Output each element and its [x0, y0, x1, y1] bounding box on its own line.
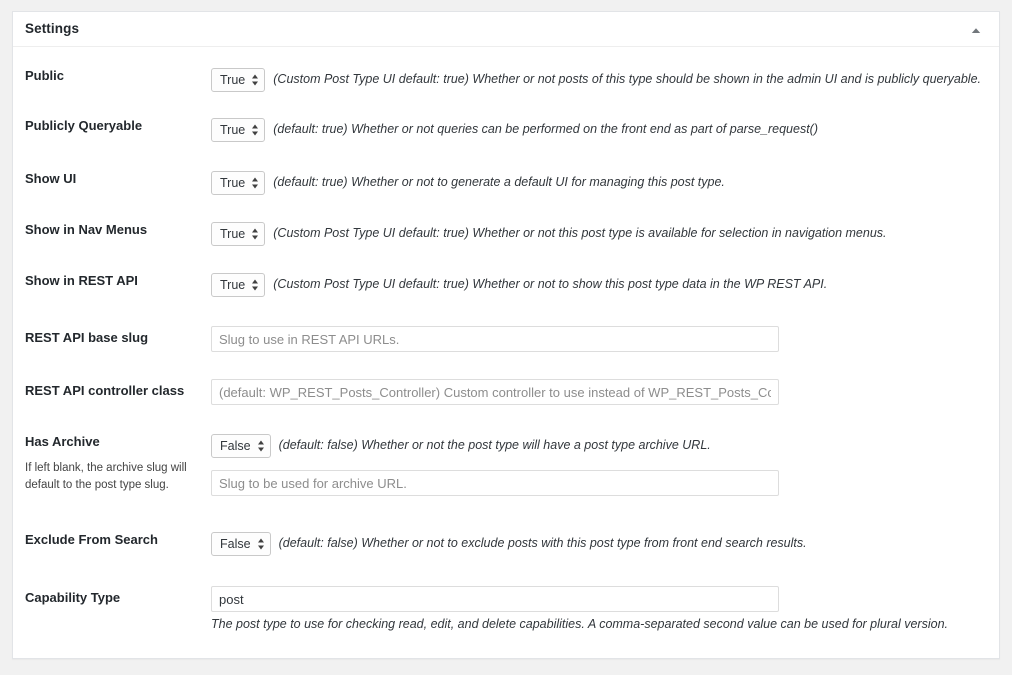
public-select[interactable]: True	[211, 68, 266, 92]
field-label-show-in-rest-api: Show in REST API	[25, 273, 138, 288]
panel-header: Settings	[13, 12, 999, 47]
field-row-exclude-from-search: Exclude From Search False (default: fals…	[13, 532, 999, 556]
exclude-from-search-select-value: False	[220, 537, 251, 551]
field-label-show-ui: Show UI	[25, 171, 77, 186]
has-archive-label-text: Has Archive	[25, 434, 100, 449]
capability-type-input[interactable]	[211, 586, 779, 612]
rest-api-controller-class-input[interactable]	[211, 379, 779, 405]
select-arrows-icon	[251, 279, 259, 292]
settings-panel: Settings Public True (Custom Post Type U…	[12, 11, 1000, 660]
show-in-nav-menus-select-value: True	[220, 227, 246, 241]
settings-page: Settings Public True (Custom Post Type U…	[0, 0, 1012, 675]
field-control-public: True (Custom Post Type UI default: true)…	[211, 68, 999, 92]
select-arrows-icon	[251, 228, 259, 241]
field-row-show-ui: Show UI True (default: true) Whether or …	[13, 171, 999, 195]
show-in-nav-menus-select[interactable]: True	[211, 222, 266, 246]
show-ui-select-value: True	[220, 176, 246, 190]
field-row-has-archive: Has Archive If left blank, the archive s…	[13, 434, 999, 496]
rest-api-base-slug-input[interactable]	[211, 326, 779, 352]
field-label-rest-api-controller-class: REST API controller class	[25, 383, 185, 398]
field-row-publicly-queryable: Publicly Queryable True (default: true) …	[13, 118, 999, 142]
field-label-public: Public	[25, 68, 65, 83]
page-title: Settings	[25, 21, 80, 36]
select-arrows-icon	[251, 177, 259, 190]
field-row-show-in-nav-menus: Show in Nav Menus True (Custom Post Type…	[13, 222, 999, 246]
field-label-exclude-from-search: Exclude From Search	[25, 532, 158, 547]
field-description-public: (Custom Post Type UI default: true) Whet…	[273, 72, 982, 87]
has-archive-select-value: False	[220, 439, 251, 453]
field-row-public: Public True (Custom Post Type UI default…	[13, 68, 999, 92]
field-label-show-in-nav-menus: Show in Nav Menus	[25, 222, 148, 237]
show-in-rest-api-select[interactable]: True	[211, 273, 266, 297]
field-control-publicly-queryable: True (default: true) Whether or not quer…	[211, 118, 999, 142]
publicly-queryable-select-value: True	[220, 123, 246, 137]
field-description-exclude-from-search: (default: false) Whether or not to exclu…	[278, 536, 807, 551]
panel-body: Public True (Custom Post Type UI default…	[13, 68, 999, 658]
field-label-publicly-queryable: Publicly Queryable	[25, 118, 143, 133]
field-row-rest-api-controller-class: REST API controller class	[13, 379, 999, 405]
field-control-show-ui: True (default: true) Whether or not to g…	[211, 171, 999, 195]
has-archive-select[interactable]: False	[211, 434, 271, 458]
show-in-rest-api-select-value: True	[220, 278, 246, 292]
field-description-show-in-rest-api: (Custom Post Type UI default: true) Whet…	[273, 277, 828, 292]
exclude-from-search-select[interactable]: False	[211, 532, 271, 556]
field-control-rest-api-controller-class	[211, 379, 999, 405]
field-description-publicly-queryable: (default: true) Whether or not queries c…	[273, 122, 818, 137]
field-control-show-in-rest-api: True (Custom Post Type UI default: true)…	[211, 273, 999, 297]
field-description-show-in-nav-menus: (Custom Post Type UI default: true) Whet…	[273, 226, 887, 241]
field-row-show-in-rest-api: Show in REST API True (Custom Post Type …	[13, 273, 999, 297]
field-label-has-archive: Has Archive If left blank, the archive s…	[13, 434, 211, 493]
field-control-exclude-from-search: False (default: false) Whether or not to…	[211, 532, 999, 556]
field-description-show-ui: (default: true) Whether or not to genera…	[273, 175, 725, 190]
field-label-capability-type: Capability Type	[25, 590, 121, 605]
caret-up-icon[interactable]	[967, 22, 985, 40]
field-control-rest-api-base-slug	[211, 326, 999, 352]
show-ui-select[interactable]: True	[211, 171, 266, 195]
publicly-queryable-select[interactable]: True	[211, 118, 266, 142]
field-control-capability-type: The post type to use for checking read, …	[211, 586, 999, 634]
has-archive-sublabel: If left blank, the archive slug will def…	[25, 461, 187, 491]
field-control-show-in-nav-menus: True (Custom Post Type UI default: true)…	[211, 222, 999, 246]
select-arrows-icon	[257, 440, 265, 453]
has-archive-slug-input[interactable]	[211, 470, 779, 496]
public-select-value: True	[220, 73, 246, 87]
select-arrows-icon	[251, 124, 259, 137]
field-description-capability-type: The post type to use for checking read, …	[211, 617, 948, 631]
field-label-rest-api-base-slug: REST API base slug	[25, 330, 149, 345]
field-row-capability-type: Capability Type The post type to use for…	[13, 586, 999, 658]
select-arrows-icon	[251, 74, 259, 87]
field-row-rest-api-base-slug: REST API base slug	[13, 326, 999, 352]
field-description-has-archive: (default: false) Whether or not the post…	[278, 438, 711, 453]
field-control-has-archive: False (default: false) Whether or not th…	[211, 434, 999, 496]
select-arrows-icon	[257, 538, 265, 551]
